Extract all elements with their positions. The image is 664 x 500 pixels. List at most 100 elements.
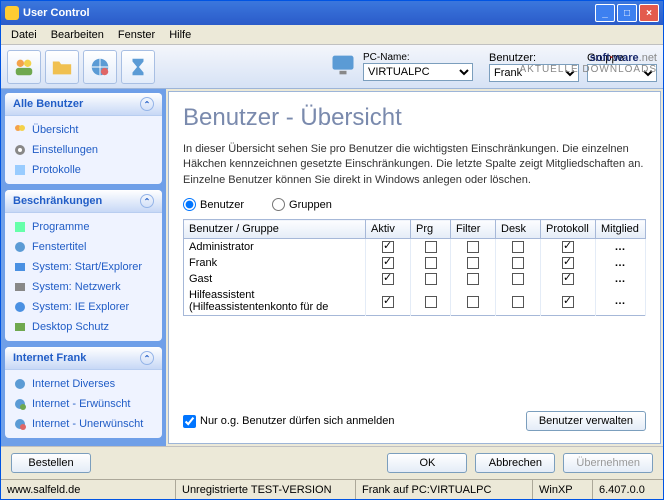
toolbar-globe-button[interactable] <box>83 50 117 84</box>
toolbar-users-button[interactable] <box>7 50 41 84</box>
apply-button[interactable]: Übernehmen <box>563 453 653 473</box>
checkbox-icon[interactable] <box>512 296 524 308</box>
log-icon <box>13 163 27 177</box>
order-button[interactable]: Bestellen <box>11 453 91 473</box>
status-url: www.salfeld.de <box>1 480 176 499</box>
software-net-logo: soft·ware.net AKTUELLE DOWNLOADS <box>520 45 657 75</box>
manage-users-button[interactable]: Benutzer verwalten <box>526 411 646 431</box>
cancel-button[interactable]: Abbrechen <box>475 453 555 473</box>
col-name[interactable]: Benutzer / Gruppe <box>184 220 366 239</box>
titlebar: User Control _ □ × <box>1 1 663 25</box>
member-more-button[interactable]: … <box>596 287 646 316</box>
toolbar: PC-Name: VIRTUALPC Benutzer: Frank Grupp… <box>1 45 663 89</box>
checkbox-icon[interactable] <box>382 273 394 285</box>
sidebar-panel-alle-benutzer: Alle Benutzer⌃ Übersicht Einstellungen P… <box>5 93 162 184</box>
pc-select[interactable]: VIRTUALPC <box>363 63 473 81</box>
checkbox-icon[interactable] <box>467 296 479 308</box>
status-os: WinXP <box>533 480 593 499</box>
pc-label: PC-Name: <box>363 52 473 63</box>
menu-fenster[interactable]: Fenster <box>112 27 161 43</box>
sidebar-item-start-explorer[interactable]: System: Start/Explorer <box>11 257 156 277</box>
sidebar-item-internet-unerwuenscht[interactable]: Internet - Unerwünscht <box>11 414 156 434</box>
radio-gruppen[interactable]: Gruppen <box>272 198 332 211</box>
checkbox-icon[interactable] <box>562 241 574 253</box>
checkbox-icon[interactable] <box>382 296 394 308</box>
globe-ok-icon <box>13 397 27 411</box>
only-users-checkbox[interactable]: Nur o.g. Benutzer dürfen sich anmelden <box>183 415 394 428</box>
window-icon <box>13 240 27 254</box>
col-prg[interactable]: Prg <box>411 220 451 239</box>
sidebar-panel-beschraenkungen: Beschränkungen⌃ Programme Fenstertitel S… <box>5 190 162 341</box>
status-user: Frank auf PC:VIRTUALPC <box>356 480 533 499</box>
sidebar-panel-internet: Internet Frank⌃ Internet Diverses Intern… <box>5 347 162 438</box>
checkbox-icon[interactable] <box>425 257 437 269</box>
status-version: Unregistrierte TEST-VERSION <box>176 480 356 499</box>
sidebar-item-einstellungen[interactable]: Einstellungen <box>11 140 156 160</box>
checkbox-icon[interactable] <box>512 257 524 269</box>
main-panel: Benutzer - Übersicht In dieser Übersicht… <box>168 91 661 444</box>
member-more-button[interactable]: … <box>596 271 646 287</box>
cell-name: Administrator <box>184 239 366 256</box>
globe-block-icon <box>13 417 27 431</box>
table-row[interactable]: Hilfeassistent (Hilfeassistentenkonto fü… <box>184 287 646 316</box>
app-icon <box>5 6 19 20</box>
overview-icon <box>13 123 27 137</box>
col-desk[interactable]: Desk <box>496 220 541 239</box>
close-button[interactable]: × <box>639 4 659 22</box>
table-row[interactable]: Frank … <box>184 255 646 271</box>
desktop-icon <box>13 320 27 334</box>
menu-hilfe[interactable]: Hilfe <box>163 27 197 43</box>
settings-icon <box>13 143 27 157</box>
sidebar-head-beschraenkungen[interactable]: Beschränkungen⌃ <box>5 190 162 213</box>
app-window: User Control _ □ × Datei Bearbeiten Fens… <box>0 0 664 500</box>
sidebar-item-uebersicht[interactable]: Übersicht <box>11 120 156 140</box>
checkbox-icon[interactable] <box>425 273 437 285</box>
col-filter[interactable]: Filter <box>451 220 496 239</box>
globe-icon <box>13 377 27 391</box>
content-area: Alle Benutzer⌃ Übersicht Einstellungen P… <box>1 89 663 446</box>
col-aktiv[interactable]: Aktiv <box>366 220 411 239</box>
col-mitglied[interactable]: Mitglied <box>596 220 646 239</box>
sidebar-item-desktop[interactable]: Desktop Schutz <box>11 317 156 337</box>
checkbox-icon[interactable] <box>467 273 479 285</box>
menu-bearbeiten[interactable]: Bearbeiten <box>45 27 110 43</box>
sidebar-item-programme[interactable]: Programme <box>11 217 156 237</box>
member-more-button[interactable]: … <box>596 255 646 271</box>
table-row[interactable]: Gast … <box>184 271 646 287</box>
sidebar: Alle Benutzer⌃ Übersicht Einstellungen P… <box>1 89 166 446</box>
radio-benutzer[interactable]: Benutzer <box>183 198 244 211</box>
checkbox-icon[interactable] <box>562 273 574 285</box>
checkbox-icon[interactable] <box>467 257 479 269</box>
maximize-button[interactable]: □ <box>617 4 637 22</box>
users-table: Benutzer / Gruppe Aktiv Prg Filter Desk … <box>183 219 646 316</box>
checkbox-icon[interactable] <box>467 241 479 253</box>
sidebar-item-ie[interactable]: System: IE Explorer <box>11 297 156 317</box>
col-protokoll[interactable]: Protokoll <box>541 220 596 239</box>
checkbox-icon[interactable] <box>382 257 394 269</box>
ok-button[interactable]: OK <box>387 453 467 473</box>
table-row[interactable]: Administrator … <box>184 239 646 256</box>
checkbox-icon[interactable] <box>512 241 524 253</box>
sidebar-head-alle-benutzer[interactable]: Alle Benutzer⌃ <box>5 93 162 116</box>
sidebar-item-protokolle[interactable]: Protokolle <box>11 160 156 180</box>
sidebar-item-netzwerk[interactable]: System: Netzwerk <box>11 277 156 297</box>
sidebar-head-internet[interactable]: Internet Frank⌃ <box>5 347 162 370</box>
toolbar-folder-button[interactable] <box>45 50 79 84</box>
toolbar-hourglass-button[interactable] <box>121 50 155 84</box>
sidebar-item-internet-erwuenscht[interactable]: Internet - Erwünscht <box>11 394 156 414</box>
checkbox-icon[interactable] <box>382 241 394 253</box>
checkbox-icon[interactable] <box>425 296 437 308</box>
minimize-button[interactable]: _ <box>595 4 615 22</box>
explorer-icon <box>13 260 27 274</box>
checkbox-icon[interactable] <box>512 273 524 285</box>
network-icon <box>13 280 27 294</box>
checkbox-icon[interactable] <box>562 257 574 269</box>
chevron-icon: ⌃ <box>140 351 154 365</box>
chevron-icon: ⌃ <box>140 97 154 111</box>
checkbox-icon[interactable] <box>425 241 437 253</box>
menu-datei[interactable]: Datei <box>5 27 43 43</box>
sidebar-item-fenstertitel[interactable]: Fenstertitel <box>11 237 156 257</box>
checkbox-icon[interactable] <box>562 296 574 308</box>
sidebar-item-internet-diverses[interactable]: Internet Diverses <box>11 374 156 394</box>
member-more-button[interactable]: … <box>596 239 646 256</box>
